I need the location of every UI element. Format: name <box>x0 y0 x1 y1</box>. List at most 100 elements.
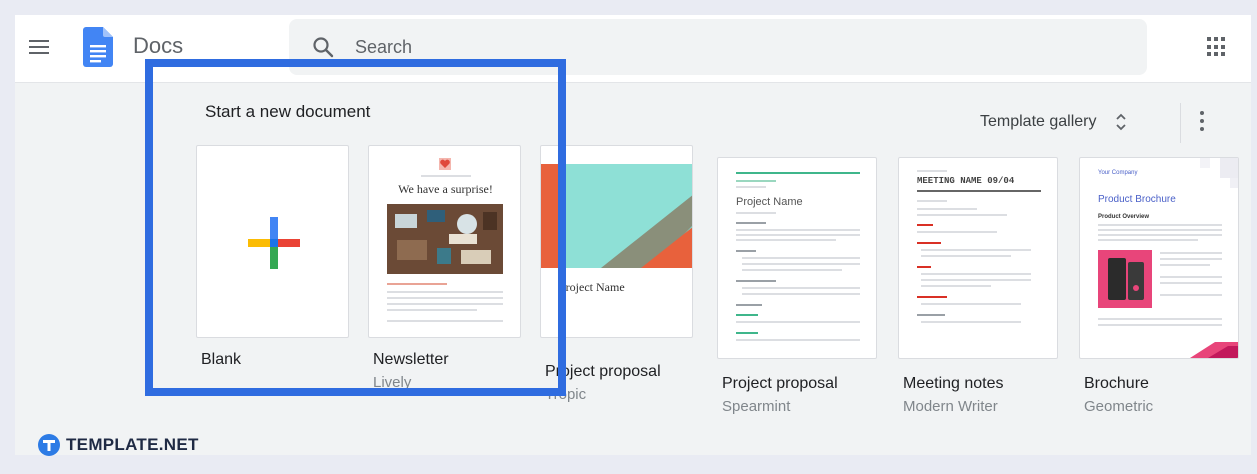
template-style-brochure: Geometric <box>1084 398 1154 415</box>
main-menu-icon[interactable] <box>29 37 51 55</box>
google-apps-icon[interactable] <box>1207 37 1227 57</box>
brochure-preview-footer-art <box>1190 342 1238 358</box>
template-card-project-proposal-tropic[interactable]: Project Name Project proposal Tropic <box>540 145 693 405</box>
meeting-preview-heading <box>917 296 947 298</box>
spearmint-preview-line <box>742 263 860 265</box>
newsletter-preview-line <box>387 320 503 322</box>
template-style-spearmint: Spearmint <box>722 398 791 415</box>
template-thumbnail-blank[interactable] <box>196 145 349 338</box>
spearmint-preview-line <box>736 229 860 231</box>
newsletter-preview-photo <box>387 204 503 274</box>
brochure-preview-line <box>1098 229 1222 231</box>
brochure-preview-line <box>1098 324 1222 326</box>
newsletter-preview-line <box>387 283 447 285</box>
template-name-meeting-notes: Meeting notes <box>903 375 1004 392</box>
template-card-brochure[interactable]: Your Company Product Brochure Product Ov… <box>1079 157 1239 417</box>
docs-logo-icon[interactable] <box>83 27 113 67</box>
meeting-preview-rule <box>917 190 1041 192</box>
meeting-preview-line <box>921 303 1021 305</box>
template-thumbnail-meeting-notes[interactable]: MEETING NAME 09/04 <box>898 157 1058 359</box>
template-thumbnail-spearmint[interactable]: Project Name <box>717 157 877 359</box>
newsletter-preview-line <box>387 303 503 305</box>
spearmint-preview-line <box>742 269 842 271</box>
meeting-preview-heading <box>917 314 945 316</box>
app-header: Docs <box>15 15 1251 83</box>
meeting-preview-line <box>921 249 1031 251</box>
template-thumbnail-tropic[interactable]: Project Name <box>540 145 693 338</box>
docs-home-frame: Docs Start a new document Template galle… <box>15 15 1251 455</box>
template-name-blank: Blank <box>201 351 242 368</box>
newsletter-preview-line <box>387 309 477 311</box>
spearmint-preview-line <box>736 234 860 236</box>
template-thumbnail-brochure[interactable]: Your Company Product Brochure Product Ov… <box>1079 157 1239 359</box>
brochure-preview-line <box>1160 276 1222 278</box>
meeting-preview-line <box>921 273 1031 275</box>
spearmint-preview-line <box>736 212 776 214</box>
template-card-meeting-notes[interactable]: MEETING NAME 09/04 Meeting notes Modern … <box>898 157 1058 417</box>
toolbar-divider <box>1180 103 1181 143</box>
meeting-preview-heading <box>917 242 941 244</box>
template-card-project-proposal-spearmint[interactable]: Project Name Project proposal Spearmint <box>717 157 877 417</box>
template-card-blank[interactable]: Blank <box>196 145 349 405</box>
template-name-tropic: Project proposal <box>545 363 661 380</box>
brochure-preview-line <box>1098 239 1198 241</box>
meeting-preview-heading <box>917 266 931 268</box>
meeting-preview-line <box>921 321 1021 323</box>
template-style-tropic: Tropic <box>545 386 587 403</box>
unfold-icon <box>1115 113 1126 131</box>
template-thumbnail-newsletter[interactable]: We have a surprise! <box>368 145 521 338</box>
brochure-preview-title: Product Brochure <box>1098 194 1176 205</box>
spearmint-preview-heading <box>736 280 776 282</box>
meeting-preview-line <box>917 200 947 202</box>
section-title: Start a new document <box>205 102 371 121</box>
brochure-preview-company: Your Company <box>1098 170 1138 176</box>
template-name-brochure: Brochure <box>1084 375 1149 392</box>
template-gallery-button[interactable]: Template gallery <box>980 107 1127 137</box>
heart-icon <box>439 158 451 170</box>
plus-icon <box>248 217 300 269</box>
meeting-preview-line <box>921 285 991 287</box>
brochure-preview-line <box>1160 258 1222 260</box>
spearmint-preview-heading <box>736 304 762 306</box>
spearmint-preview-line <box>742 257 860 259</box>
newsletter-preview-line <box>387 291 503 293</box>
newsletter-preview-line <box>421 175 471 177</box>
app-name[interactable]: Docs <box>133 33 183 59</box>
meeting-preview-line <box>917 170 947 172</box>
newsletter-preview-headline: We have a surprise! <box>398 182 493 196</box>
meeting-preview-heading <box>917 224 933 226</box>
brochure-preview-product-image <box>1098 250 1152 308</box>
watermark: TEMPLATE.NET <box>38 434 199 456</box>
brochure-preview-corner-art <box>1200 158 1238 188</box>
template-card-newsletter[interactable]: We have a surprise! Newsletter Lively <box>368 145 521 405</box>
spearmint-preview-accent <box>736 332 758 334</box>
spearmint-preview-bar <box>736 172 860 174</box>
search-box[interactable] <box>289 19 1147 75</box>
spearmint-preview-line <box>736 186 766 188</box>
brochure-preview-line <box>1160 294 1222 296</box>
search-input[interactable] <box>355 31 1055 63</box>
template-gallery-label: Template gallery <box>980 113 1097 130</box>
spearmint-preview-accent <box>736 314 758 316</box>
brochure-preview-section: Product Overview <box>1098 214 1150 220</box>
spearmint-preview-line <box>742 287 860 289</box>
template-name-spearmint: Project proposal <box>722 375 838 392</box>
meeting-preview-line <box>917 214 1007 216</box>
brochure-preview-line <box>1160 282 1222 284</box>
template-style-newsletter: Lively <box>373 374 412 391</box>
spearmint-preview-line <box>736 339 860 341</box>
spearmint-preview-heading <box>736 250 756 252</box>
spearmint-preview-line <box>736 180 776 182</box>
spearmint-preview-line <box>736 321 860 323</box>
spearmint-preview-line <box>736 239 836 241</box>
tropic-preview-art <box>541 164 692 268</box>
brochure-preview-line <box>1160 264 1210 266</box>
template-name-newsletter: Newsletter <box>373 351 449 368</box>
meeting-preview-line <box>921 255 1011 257</box>
tropic-preview-title: Project Name <box>559 280 625 294</box>
spearmint-preview-title: Project Name <box>736 196 803 208</box>
meeting-preview-line <box>921 279 1031 281</box>
brochure-preview-line <box>1098 318 1222 320</box>
more-options-icon[interactable] <box>1195 108 1209 134</box>
search-icon[interactable] <box>311 35 335 59</box>
